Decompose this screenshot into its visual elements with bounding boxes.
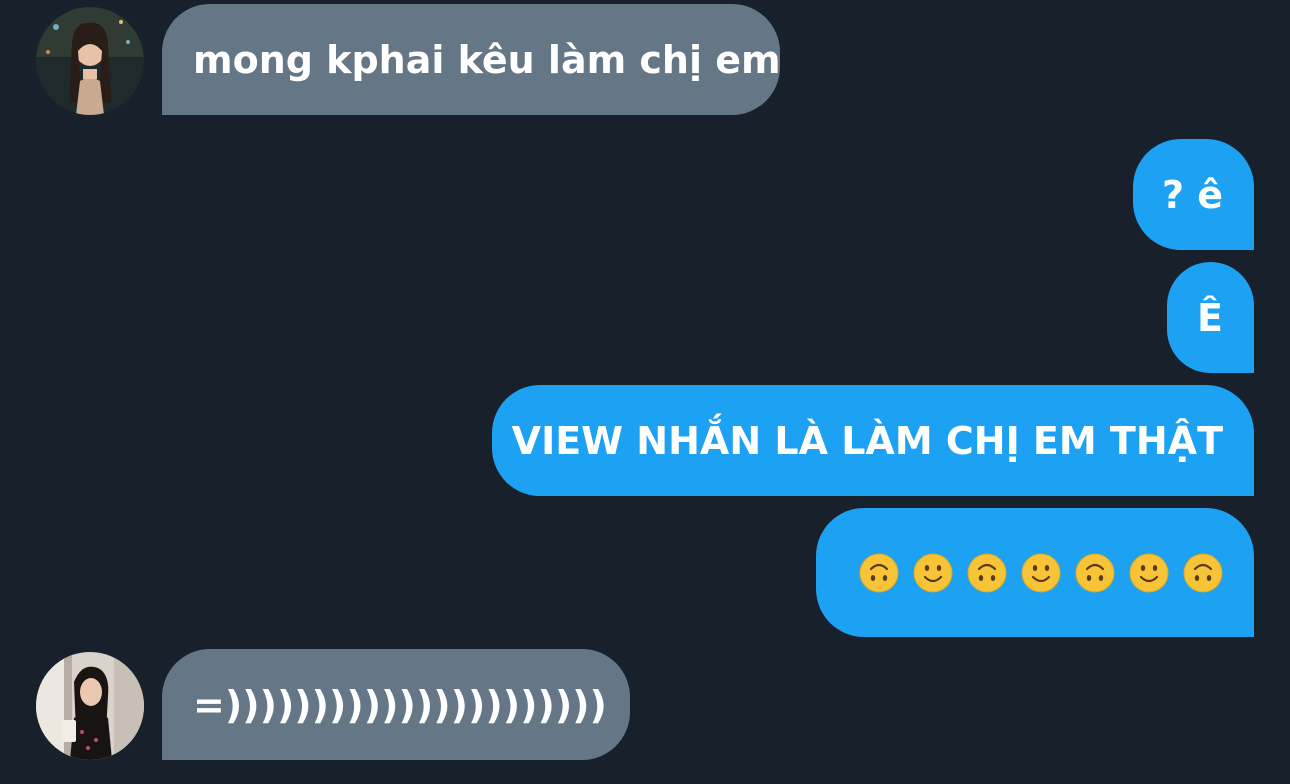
message-bubble-outgoing[interactable]: Ê bbox=[1167, 262, 1254, 373]
profile-photo-1 bbox=[36, 7, 144, 115]
message-bubble-outgoing[interactable]: VIEW NHẮN LÀ LÀM CHỊ EM THẬT bbox=[492, 385, 1254, 496]
emoji-row bbox=[859, 553, 1223, 593]
chat-thread: mong kphai kêu làm chị em ? ê Ê VIEW NHẮ… bbox=[0, 0, 1290, 784]
message-text: Ê bbox=[1197, 295, 1223, 340]
message-bubble-incoming[interactable]: =)))))))))))))))))))))) bbox=[162, 649, 630, 760]
upside-down-face-icon bbox=[859, 553, 899, 592]
upside-down-face-icon bbox=[1183, 553, 1223, 592]
message-bubble-outgoing[interactable] bbox=[816, 508, 1254, 637]
avatar[interactable] bbox=[36, 652, 144, 760]
slightly-smiling-face-icon bbox=[1021, 553, 1061, 592]
profile-photo-2 bbox=[36, 652, 144, 760]
slightly-smiling-face-icon bbox=[913, 553, 953, 592]
message-text: ? ê bbox=[1161, 172, 1223, 217]
upside-down-face-icon bbox=[1075, 553, 1115, 592]
upside-down-face-icon bbox=[967, 553, 1007, 592]
message-text: =)))))))))))))))))))))) bbox=[193, 682, 607, 727]
avatar[interactable] bbox=[36, 7, 144, 115]
slightly-smiling-face-icon bbox=[1129, 553, 1169, 592]
message-bubble-outgoing[interactable]: ? ê bbox=[1133, 139, 1254, 250]
message-text: VIEW NHẮN LÀ LÀM CHỊ EM THẬT bbox=[511, 418, 1223, 463]
message-text: mong kphai kêu làm chị em bbox=[193, 37, 781, 82]
message-bubble-incoming[interactable]: mong kphai kêu làm chị em bbox=[162, 4, 781, 115]
